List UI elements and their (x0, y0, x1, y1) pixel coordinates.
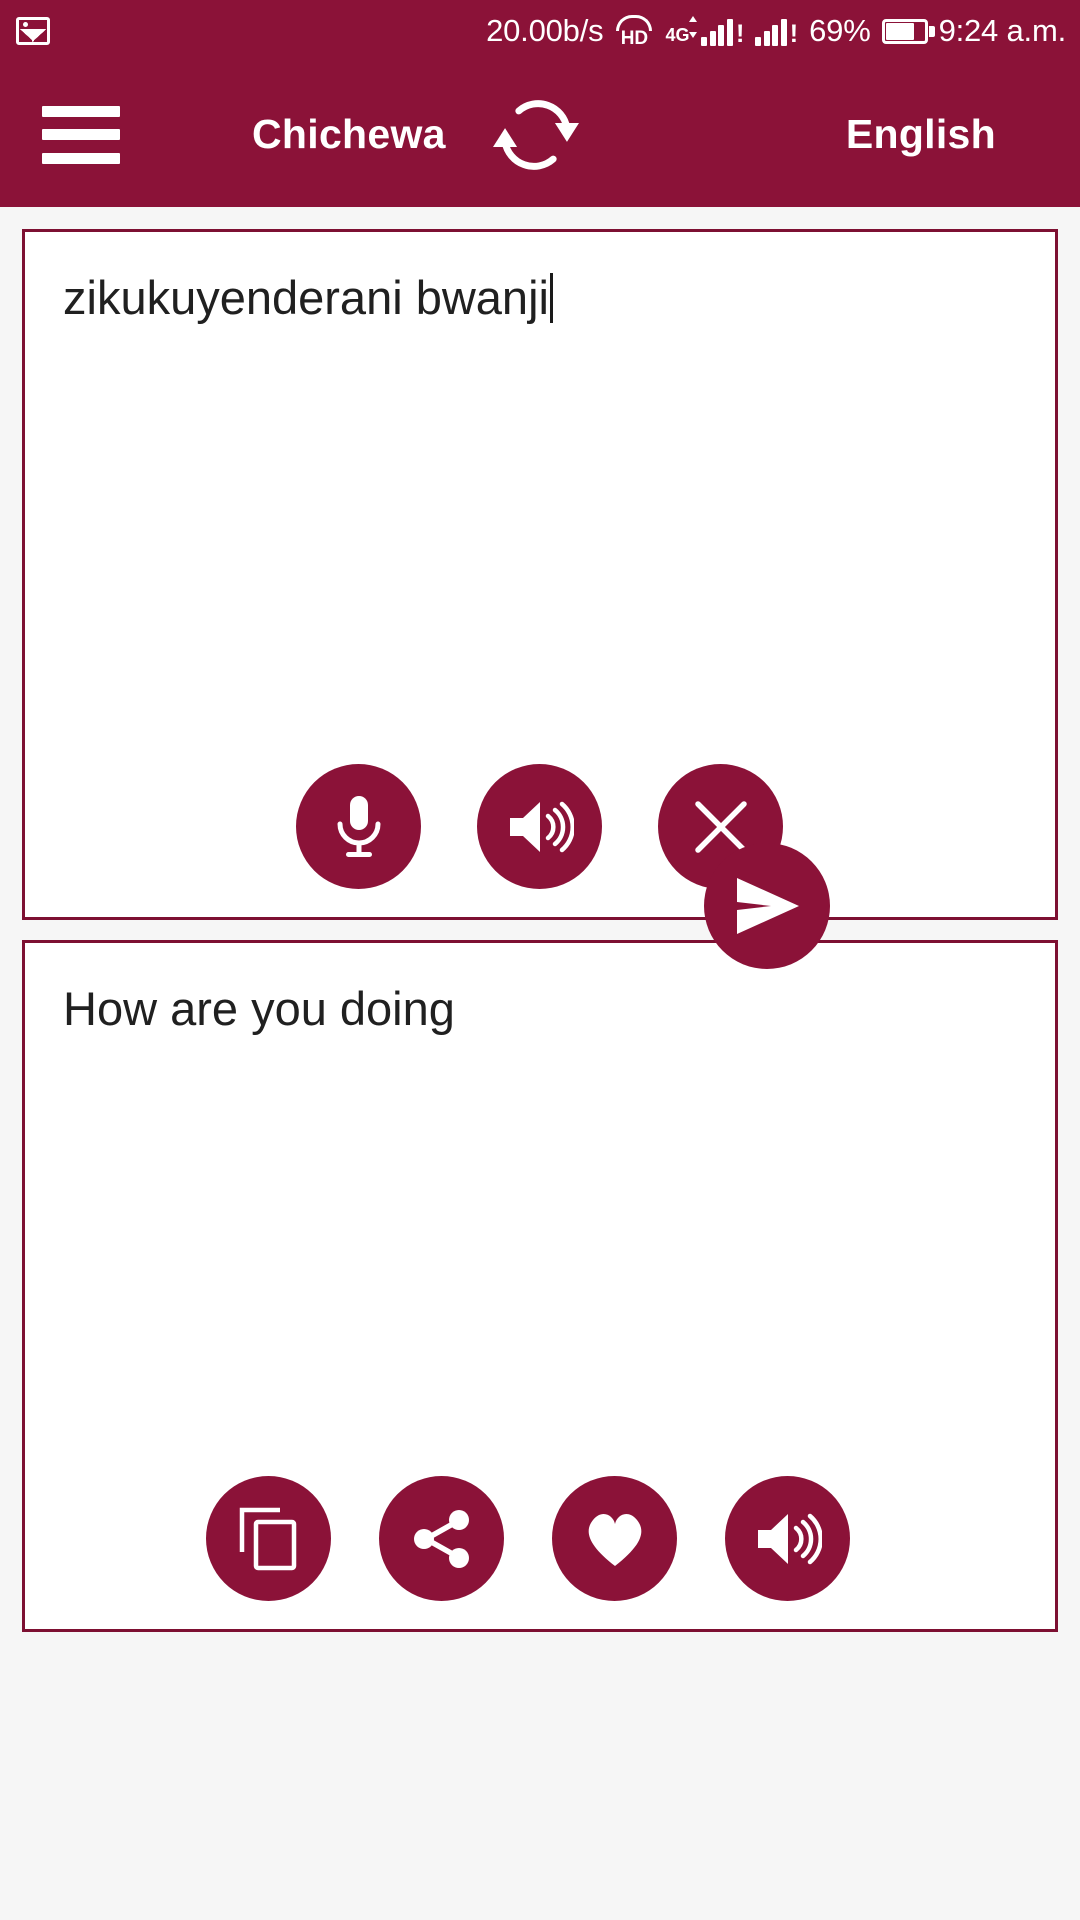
copy-button[interactable] (206, 1476, 331, 1601)
signal-bars-icon (701, 16, 733, 46)
text-caret (549, 273, 553, 323)
send-button[interactable] (704, 843, 830, 969)
battery-icon (881, 18, 935, 44)
network-type-label: 4G (665, 25, 690, 45)
speak-result-button[interactable] (725, 1476, 850, 1601)
result-actions-row (206, 1476, 850, 1601)
speak-source-button[interactable] (477, 764, 602, 889)
status-bar: 20.00b/s HD 4G ! ! 69% 9:24 a.m. (0, 0, 1080, 62)
status-bar-left (0, 17, 50, 45)
status-bar-right: 20.00b/s HD 4G ! ! 69% 9:24 a.m. (486, 13, 1080, 49)
hamburger-menu-icon[interactable] (42, 105, 120, 164)
share-button[interactable] (379, 1476, 504, 1601)
source-text-value: zikukuyenderani bwanji (63, 271, 549, 324)
hd-label: HD (620, 28, 649, 49)
signal-indicator-sim2: ! (755, 16, 799, 48)
source-language-selector[interactable]: Chichewa (252, 111, 446, 158)
source-actions-row (296, 764, 783, 889)
signal-bars-icon (755, 16, 787, 46)
data-transfer-icon (689, 16, 698, 38)
network-speed-label: 20.00b/s (486, 13, 604, 48)
favorite-button[interactable] (552, 1476, 677, 1601)
app-bar: Chichewa English (0, 62, 1080, 207)
sim1-alert-label: ! (735, 20, 745, 48)
source-text-display[interactable]: zikukuyenderani bwanji (63, 268, 1015, 328)
battery-percent-label: 69% (809, 13, 871, 48)
signal-indicator-sim1: 4G ! (665, 16, 745, 48)
hd-voice-icon: HD (614, 15, 654, 49)
swap-languages-icon[interactable] (493, 92, 579, 178)
sim2-alert-label: ! (789, 20, 799, 48)
app-screen: 20.00b/s HD 4G ! ! 69% 9:24 a.m. Chichew… (0, 0, 1080, 1920)
image-icon (16, 17, 50, 45)
target-language-selector[interactable]: English (846, 111, 996, 158)
microphone-button[interactable] (296, 764, 421, 889)
clock-label: 9:24 a.m. (938, 13, 1067, 48)
translation-text-value: How are you doing (63, 982, 455, 1035)
